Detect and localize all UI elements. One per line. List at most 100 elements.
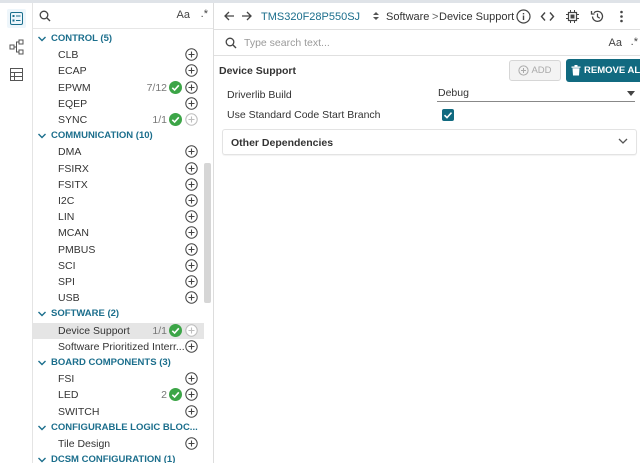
add-module-icon[interactable] [185, 161, 198, 175]
add-module-icon[interactable] [185, 48, 198, 61]
add-module-icon[interactable] [185, 64, 198, 78]
add-module-icon[interactable] [185, 388, 198, 402]
check-circle-icon [169, 80, 182, 94]
module-label: LED [58, 389, 79, 402]
history-icon[interactable] [590, 9, 605, 24]
module-item[interactable]: SCI [33, 258, 204, 274]
add-module-icon[interactable] [185, 178, 198, 191]
search-input[interactable] [244, 35, 584, 51]
module-item[interactable]: Tile Design [33, 436, 204, 452]
breadcrumb-separator: > [432, 11, 439, 23]
add-module-icon[interactable] [185, 323, 198, 337]
regex-toggle[interactable]: .* [631, 36, 638, 48]
module-item[interactable]: I2C [33, 193, 204, 209]
module-label: SCI [58, 259, 76, 272]
add-module-icon[interactable] [185, 259, 198, 272]
module-item[interactable]: PMBUS [33, 242, 204, 258]
module-item[interactable]: SWITCH [33, 404, 204, 420]
sidebar-scrollbar[interactable] [204, 163, 211, 303]
category-header[interactable]: SOFTWARE (2) [33, 306, 213, 322]
module-item[interactable]: Software Prioritized Interr... [33, 339, 204, 355]
search-icon [225, 37, 237, 49]
chip-icon[interactable] [565, 9, 580, 24]
driverlib-build-select[interactable]: Debug [437, 87, 635, 102]
module-item[interactable]: EQEP [33, 96, 204, 112]
device-crumb[interactable]: TMS320F28P550SJ [261, 11, 360, 23]
add-module-icon[interactable] [185, 113, 198, 126]
match-case-toggle[interactable]: Aa [177, 9, 190, 21]
module-item[interactable]: LED 2 [33, 387, 204, 403]
chevron-down-icon [38, 133, 46, 139]
module-item[interactable]: FSITX [33, 177, 204, 193]
sidebar-search-bar[interactable]: Aa .* [33, 3, 213, 29]
chevron-down-icon [38, 457, 46, 463]
remove-all-button[interactable]: REMOVE ALL [566, 59, 640, 82]
trash-icon [571, 65, 581, 76]
add-module-icon[interactable] [185, 145, 198, 159]
module-item[interactable]: LIN [33, 209, 204, 225]
device-support-crumb[interactable]: Device Support [439, 11, 514, 23]
module-item[interactable]: CLB [33, 47, 204, 63]
code-icon[interactable] [540, 9, 555, 24]
module-item[interactable]: Device Support 1/1 [33, 322, 204, 339]
module-item[interactable]: FSI [33, 371, 204, 387]
topology-view-button[interactable] [7, 37, 26, 56]
back-arrow-icon[interactable] [223, 10, 235, 22]
module-label: LIN [58, 211, 75, 224]
add-module-icon[interactable] [185, 210, 198, 223]
add-module-icon[interactable] [185, 275, 198, 288]
add-module-icon[interactable] [185, 194, 198, 207]
regex-toggle[interactable]: .* [201, 8, 208, 20]
search-icon [39, 10, 51, 22]
add-module-icon[interactable] [185, 404, 198, 418]
add-module-icon[interactable] [185, 80, 198, 94]
category-header[interactable]: BOARD COMPONENTS (3) [33, 355, 213, 371]
more-vertical-icon[interactable] [614, 9, 629, 24]
module-label: SWITCH [58, 405, 100, 418]
software-crumb[interactable]: Software [386, 11, 429, 23]
category-label: COMMUNICATION (10) [51, 130, 153, 142]
module-label: FSIRX [58, 162, 89, 175]
software-view-button[interactable] [7, 9, 26, 28]
module-label: Tile Design [58, 438, 111, 450]
forward-arrow-icon[interactable] [241, 10, 253, 22]
add-module-icon[interactable] [185, 291, 198, 304]
info-icon[interactable] [516, 9, 531, 24]
module-count: 7/12 [146, 81, 167, 94]
module-sidebar: Aa .* CONTROL (5) CLB ECAP EPWM 7/12 EQEP SYNC… [33, 3, 214, 463]
module-item[interactable]: SYNC 1/1 [33, 112, 204, 128]
module-item[interactable]: SPI [33, 274, 204, 290]
module-label: Device Support [58, 324, 130, 337]
category-header[interactable]: CONTROL (5) [33, 31, 213, 47]
start-branch-checkbox[interactable] [442, 109, 454, 121]
add-module-icon[interactable] [185, 372, 198, 385]
category-header[interactable]: CONFIGURABLE LOGIC BLOC... [33, 420, 213, 436]
module-count: 1/1 [152, 324, 167, 337]
module-item[interactable]: FSIRX [33, 161, 204, 177]
add-module-icon[interactable] [185, 226, 198, 240]
dropdown-caret-icon [627, 91, 635, 96]
match-case-toggle[interactable]: Aa [609, 37, 622, 49]
resource-view-button[interactable] [7, 65, 26, 84]
add-module-icon[interactable] [185, 242, 198, 256]
other-dependencies-panel[interactable]: Other Dependencies [222, 129, 637, 155]
add-module-icon[interactable] [185, 340, 198, 353]
add-button[interactable]: ADD [509, 60, 561, 81]
module-item[interactable]: USB [33, 290, 204, 306]
module-item[interactable]: DMA [33, 144, 204, 160]
module-label: Software Prioritized Interr... [58, 340, 185, 353]
category-header[interactable]: DCSM CONFIGURATION (1) [33, 452, 213, 463]
add-module-icon[interactable] [185, 437, 198, 450]
module-label: ECAP [58, 65, 87, 78]
category-header[interactable]: COMMUNICATION (10) [33, 128, 213, 144]
remove-all-label: REMOVE ALL [584, 65, 640, 76]
module-item[interactable]: EPWM 7/12 [33, 80, 204, 96]
module-item[interactable]: MCAN [33, 225, 204, 241]
check-circle-icon [169, 113, 182, 126]
module-item[interactable]: ECAP [33, 63, 204, 79]
sort-icon[interactable] [372, 10, 380, 22]
chevron-down-icon [38, 311, 46, 317]
start-branch-label: Use Standard Code Start Branch [227, 109, 381, 121]
chevron-down-icon [38, 425, 46, 431]
add-module-icon[interactable] [185, 97, 198, 110]
